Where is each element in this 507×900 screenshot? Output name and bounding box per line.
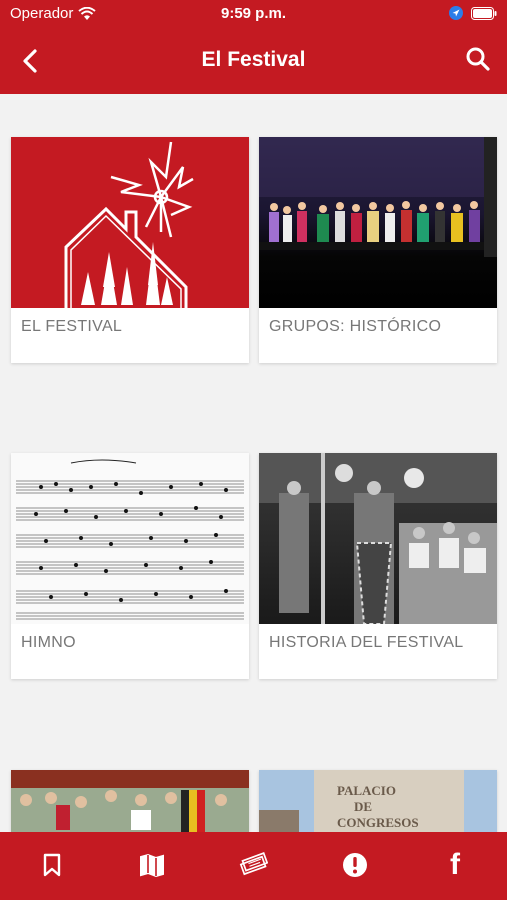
card-crowd[interactable] [11,770,249,832]
card-historia-del-festival[interactable]: HISTORIA DEL FESTIVAL [259,453,497,679]
tab-bar: f [0,832,507,900]
card-label: HISTORIA DEL FESTIVAL [269,634,464,651]
tickets-icon[interactable] [238,850,268,880]
facebook-icon[interactable]: f [440,848,470,881]
festival-logo [11,137,249,308]
card-el-festival[interactable]: EL FESTIVAL [11,137,249,363]
status-bar: Operador 9:59 p.m. [0,0,507,28]
location-icon [449,6,463,20]
alert-icon[interactable] [340,850,370,880]
map-icon[interactable] [137,850,167,880]
stage-performance-photo [259,137,497,308]
card-label: EL FESTIVAL [21,318,123,335]
app-header: Operador 9:59 p.m. El Festival [0,0,507,94]
bookmark-icon[interactable] [37,850,67,880]
nav-bar: El Festival [0,28,507,94]
card-grupos-historico[interactable]: GRUPOS: HISTÓRICO [259,137,497,363]
card-palacio[interactable]: PALACIO DE CONGRESOS [259,770,497,832]
page-title: El Festival [201,48,306,71]
clock: 9:59 p.m. [220,5,287,22]
palacio-congresos-photo: PALACIO DE CONGRESOS [259,770,497,832]
sheet-music-photo [11,453,249,624]
battery-icon [471,6,497,20]
search-icon[interactable] [465,46,491,72]
card-himno[interactable]: HIMNO [11,453,249,679]
crowd-flags-photo [11,770,249,832]
card-label: GRUPOS: HISTÓRICO [269,318,442,335]
card-grid[interactable]: EL FESTIVAL GRUPOS: HISTÓRICO HIMNO HIST… [0,94,507,832]
historic-dance-photo [259,453,497,624]
card-label: HIMNO [21,634,76,651]
